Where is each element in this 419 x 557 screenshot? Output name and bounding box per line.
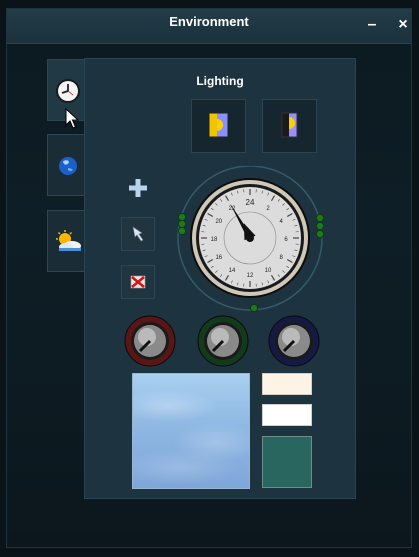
- keyframe-marker[interactable]: [177, 212, 187, 222]
- fog-color-swatch[interactable]: [262, 436, 312, 488]
- tab-location[interactable]: [47, 134, 89, 196]
- panel-title: Lighting: [196, 74, 244, 88]
- keyframe-marker[interactable]: [177, 219, 187, 229]
- clock-icon: [56, 79, 80, 103]
- keyframe-marker[interactable]: [315, 221, 325, 231]
- add-keyframe-button[interactable]: [121, 171, 155, 205]
- clock-dial-number: 24: [246, 198, 255, 207]
- blue-color-knob[interactable]: [266, 313, 322, 374]
- keyframe-marker[interactable]: [177, 226, 187, 236]
- title-bar[interactable]: Environment – ×: [7, 9, 411, 44]
- clock-dial-number: 12: [247, 273, 254, 279]
- clock-dial-number: 20: [215, 219, 222, 225]
- sky-color-swatch[interactable]: [132, 373, 250, 489]
- time-of-day-clock[interactable]: 24 2 4 6 8 10 12 14 16 18 20 22: [172, 165, 328, 323]
- tab-weather[interactable]: [47, 210, 89, 272]
- moon-night-preset-icon: [281, 112, 298, 138]
- add-icon: [129, 179, 147, 197]
- keyframe-marker[interactable]: [315, 229, 325, 239]
- ambient-color-swatch[interactable]: [262, 373, 312, 395]
- close-button[interactable]: ×: [390, 13, 416, 37]
- globe-icon: [59, 157, 77, 175]
- clock-dial-number: 14: [229, 268, 236, 274]
- mouse-cursor-icon: [65, 108, 79, 129]
- window-title: Environment: [169, 14, 249, 29]
- keyframe-marker[interactable]: [315, 213, 325, 223]
- delete-keyframe-button[interactable]: [121, 265, 155, 299]
- weather-icon: [56, 230, 81, 251]
- minimize-button[interactable]: –: [359, 13, 385, 37]
- sun-day-preset-icon: [208, 112, 229, 138]
- clock-dial-number: 10: [265, 268, 272, 274]
- delete-icon: [130, 275, 146, 289]
- red-color-knob[interactable]: [122, 313, 178, 374]
- pointer-icon: [132, 226, 144, 242]
- select-keyframe-button[interactable]: [121, 217, 155, 251]
- sunrise-preset-button[interactable]: [191, 99, 246, 153]
- keyframe-marker[interactable]: [249, 303, 259, 313]
- night-preset-button[interactable]: [262, 99, 317, 153]
- clock-dial-number: 18: [211, 237, 218, 243]
- sun-color-swatch[interactable]: [262, 404, 312, 426]
- clock-dial-number: 16: [215, 255, 222, 261]
- green-color-knob[interactable]: [195, 313, 251, 374]
